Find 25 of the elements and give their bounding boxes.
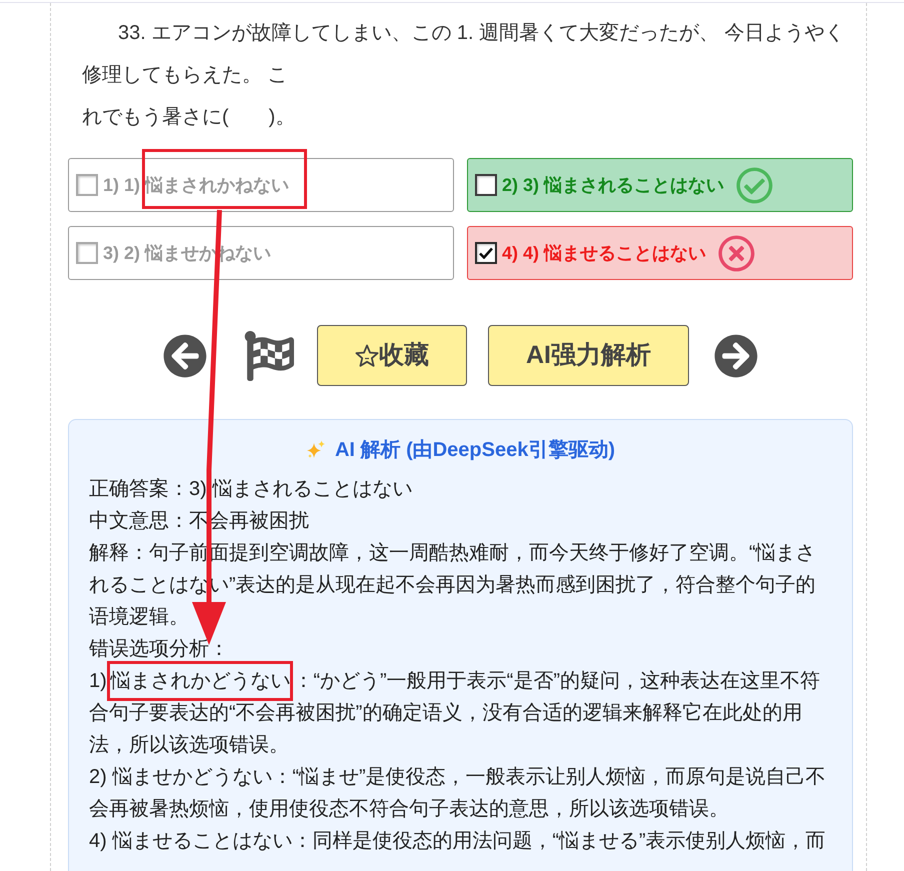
sparkle-icon xyxy=(306,440,326,460)
checkbox[interactable] xyxy=(76,174,98,196)
answer-option[interactable]: 4) 4) 悩ませることはない xyxy=(467,226,853,280)
arrow-left-icon[interactable] xyxy=(163,334,207,378)
option-label: 2) 3) 悩まされることはない xyxy=(502,174,724,197)
analysis-paragraph: 错误选项分析： xyxy=(89,637,230,662)
ai-analysis-button[interactable]: AI强力解析 xyxy=(488,325,689,386)
answer-option[interactable]: 1) 1) 悩まされかねない xyxy=(68,158,454,212)
favorite-button[interactable]: 收藏 xyxy=(317,325,467,386)
analysis-paragraph: 2) 悩ませかどうない：“悩ませ”是使役态，一般表示让别人烦恼，而原句是说自己不会再被暑热烦恼，使用使役态不符合句子表达的意思，所以该选项错误。 xyxy=(89,765,827,822)
answer-option[interactable]: 2) 3) 悩まされることはない xyxy=(467,158,853,212)
option-label: 4) 4) 悩ませることはない xyxy=(502,242,706,265)
analysis-paragraph: 中文意思：不会再被困扰 xyxy=(89,509,310,534)
flag-icon[interactable] xyxy=(244,330,294,380)
arrow-right-icon[interactable] xyxy=(714,334,758,378)
analysis-paragraph: 正确答案：3) 悩まされることはない xyxy=(89,477,414,502)
panel-title: AI 解析 (由DeepSeek引擎驱动) xyxy=(334,438,616,463)
checkbox[interactable] xyxy=(76,242,98,264)
analysis-paragraph: 4) 悩ませることはない：同样是使役态的用法问题，“悩ませる”表示使别人烦恼，而 xyxy=(89,829,827,854)
checkbox[interactable] xyxy=(475,174,497,196)
option-label: 1) 1) 悩まされかねない xyxy=(103,174,290,197)
checkbox[interactable] xyxy=(475,242,497,264)
star-icon xyxy=(355,344,379,368)
tick-icon xyxy=(479,247,493,259)
question-text: 33. エアコンが故障してしまい、この 1. 週間暑くて大変だったが、 今日ようやく修理してもらえた。 こ れでもう暑さに( )。 xyxy=(81,21,846,130)
